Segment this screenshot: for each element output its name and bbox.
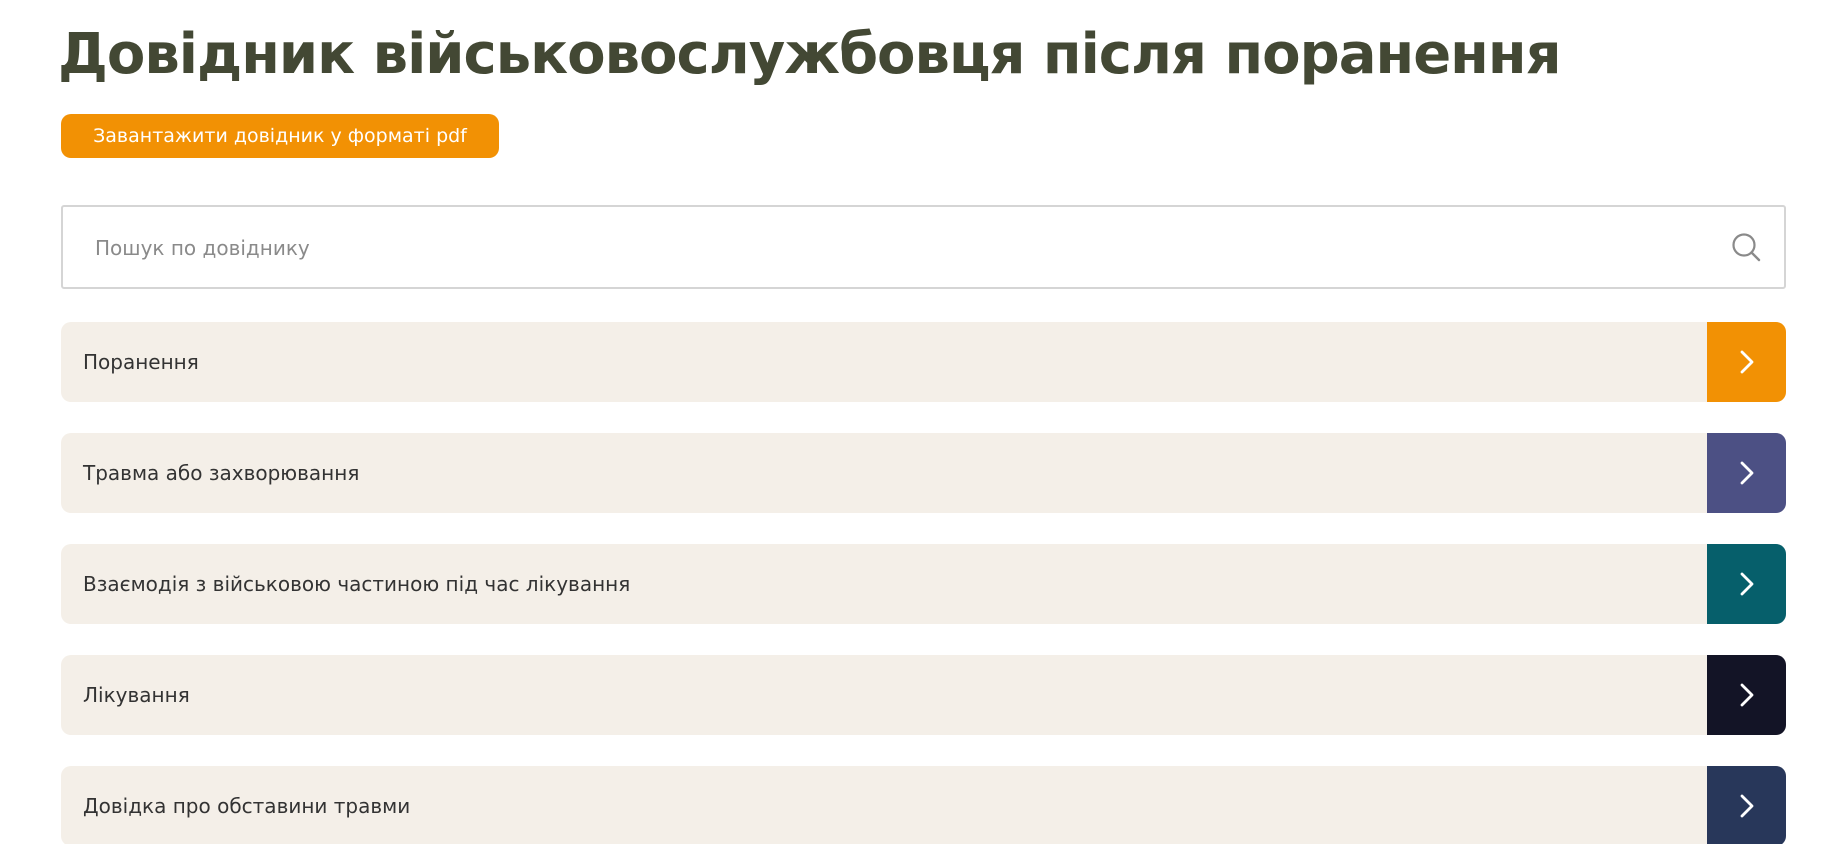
- topic-list: Поранення Травма або захворювання Взаємо…: [61, 322, 1786, 844]
- chevron-right-icon: [1740, 683, 1753, 707]
- topic-label: Травма або захворювання: [83, 461, 360, 485]
- topic-item-injury[interactable]: Поранення: [61, 322, 1786, 402]
- chevron-right-icon: [1740, 794, 1753, 818]
- topic-arrow-button[interactable]: [1707, 433, 1786, 513]
- topic-item-unit-interaction[interactable]: Взаємодія з військовою частиною під час …: [61, 544, 1786, 624]
- search-input[interactable]: [93, 207, 1677, 289]
- chevron-right-icon: [1740, 350, 1753, 374]
- chevron-right-icon: [1740, 572, 1753, 596]
- download-pdf-button[interactable]: Завантажити довідник у форматі pdf: [61, 114, 499, 158]
- topic-item-trauma-or-illness[interactable]: Травма або захворювання: [61, 433, 1786, 513]
- topic-arrow-button[interactable]: [1707, 322, 1786, 402]
- handbook-page: Довідник військовослужбовця після поране…: [0, 0, 1840, 844]
- topic-item-injury-circumstances[interactable]: Довідка про обставини травми: [61, 766, 1786, 844]
- page-title: Довідник військовослужбовця після поране…: [58, 22, 1562, 87]
- search-box: [61, 205, 1786, 289]
- topic-item-treatment[interactable]: Лікування: [61, 655, 1786, 735]
- topic-arrow-button[interactable]: [1707, 766, 1786, 844]
- search-icon[interactable]: [1730, 231, 1762, 263]
- chevron-right-icon: [1740, 461, 1753, 485]
- topic-arrow-button[interactable]: [1707, 544, 1786, 624]
- topic-label: Взаємодія з військовою частиною під час …: [83, 572, 631, 596]
- topic-label: Довідка про обставини травми: [83, 794, 411, 818]
- topic-arrow-button[interactable]: [1707, 655, 1786, 735]
- topic-label: Лікування: [83, 683, 190, 707]
- topic-label: Поранення: [83, 350, 199, 374]
